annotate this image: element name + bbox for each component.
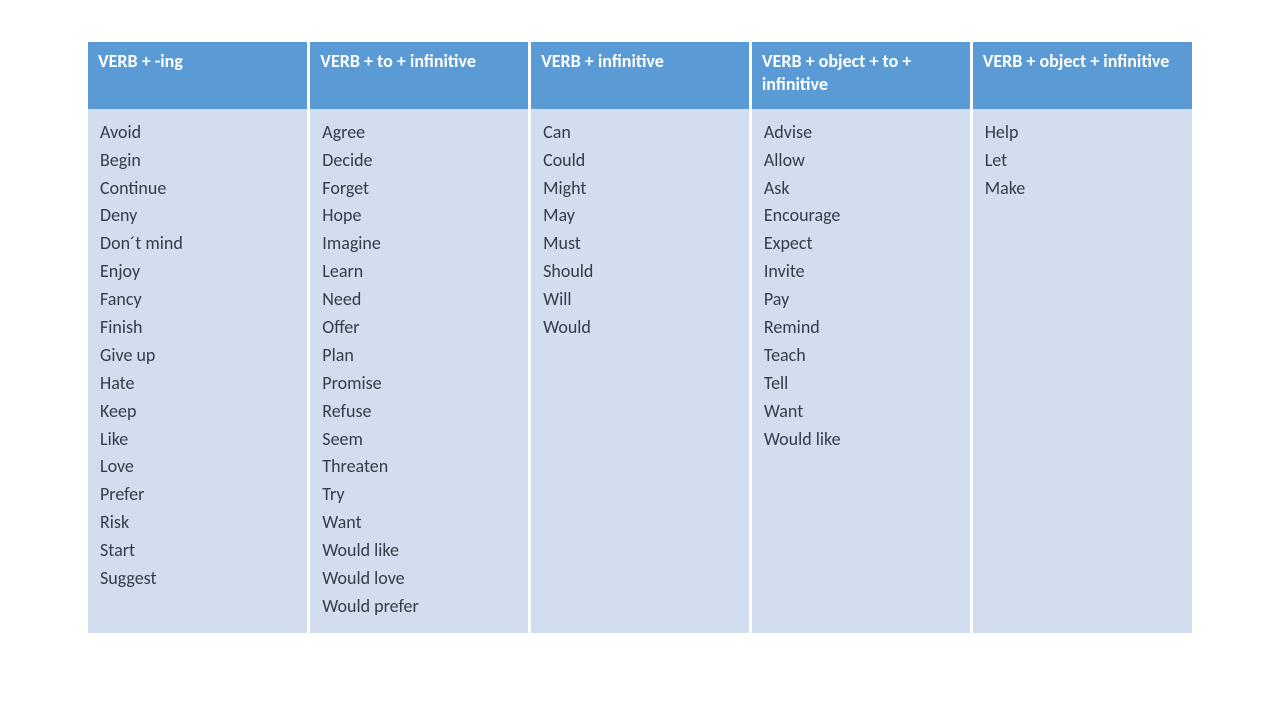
list-item: Would prefer [322,593,516,621]
list-item: Imagine [322,230,516,258]
table-container: VERB + -ing VERB + to + infinitive VERB … [0,0,1280,633]
list-item: Might [543,175,737,203]
list-item: Want [322,509,516,537]
list-item: Must [543,230,737,258]
verb-patterns-table: VERB + -ing VERB + to + infinitive VERB … [88,42,1192,633]
list-item: Threaten [322,453,516,481]
table-header-row: VERB + -ing VERB + to + infinitive VERB … [88,42,1192,109]
list-item: Hope [322,202,516,230]
list-item: Need [322,286,516,314]
list-item: Plan [322,342,516,370]
list-item: Remind [764,314,958,342]
list-item: Should [543,258,737,286]
list-item: Continue [100,175,295,203]
list-item: Agree [322,119,516,147]
list-item: Finish [100,314,295,342]
list-item: Allow [764,147,958,175]
list-item: Decide [322,147,516,175]
list-item: Refuse [322,398,516,426]
list-item: Ask [764,175,958,203]
col-header-4: VERB + object + infinitive [971,42,1192,109]
col-header-3: VERB + object + to + infinitive [750,42,971,109]
list-item: Try [322,481,516,509]
list-item: Encourage [764,202,958,230]
list-item: Pay [764,286,958,314]
list-item: Hate [100,370,295,398]
list-item: Tell [764,370,958,398]
list-item: Will [543,286,737,314]
list-item: Avoid [100,119,295,147]
list-item: Let [985,147,1180,175]
list-item: Seem [322,426,516,454]
cell-col-0: AvoidBeginContinueDenyDon´t mindEnjoyFan… [88,109,309,633]
list-item: May [543,202,737,230]
list-item: Want [764,398,958,426]
list-item: Offer [322,314,516,342]
list-item: Fancy [100,286,295,314]
cell-col-1: AgreeDecideForgetHopeImagineLearnNeedOff… [309,109,530,633]
list-item: Would like [764,426,958,454]
cell-col-4: HelpLetMake [971,109,1192,633]
table-row: AvoidBeginContinueDenyDon´t mindEnjoyFan… [88,109,1192,633]
list-item: Can [543,119,737,147]
list-item: Help [985,119,1180,147]
list-item: Start [100,537,295,565]
list-item: Risk [100,509,295,537]
list-item: Prefer [100,481,295,509]
cell-col-2: CanCouldMightMayMustShouldWillWould [530,109,751,633]
col-header-2: VERB + infinitive [530,42,751,109]
list-item: Don´t mind [100,230,295,258]
col-header-1: VERB + to + infinitive [309,42,530,109]
list-item: Invite [764,258,958,286]
list-item: Deny [100,202,295,230]
list-item: Suggest [100,565,295,593]
list-item: Teach [764,342,958,370]
list-item: Forget [322,175,516,203]
list-item: Advise [764,119,958,147]
cell-col-3: AdviseAllowAskEncourageExpectInvitePayRe… [750,109,971,633]
list-item: Would like [322,537,516,565]
list-item: Like [100,426,295,454]
list-item: Expect [764,230,958,258]
list-item: Begin [100,147,295,175]
list-item: Promise [322,370,516,398]
list-item: Would [543,314,737,342]
list-item: Could [543,147,737,175]
list-item: Keep [100,398,295,426]
list-item: Would love [322,565,516,593]
list-item: Give up [100,342,295,370]
col-header-0: VERB + -ing [88,42,309,109]
list-item: Love [100,453,295,481]
list-item: Make [985,175,1180,203]
list-item: Learn [322,258,516,286]
list-item: Enjoy [100,258,295,286]
